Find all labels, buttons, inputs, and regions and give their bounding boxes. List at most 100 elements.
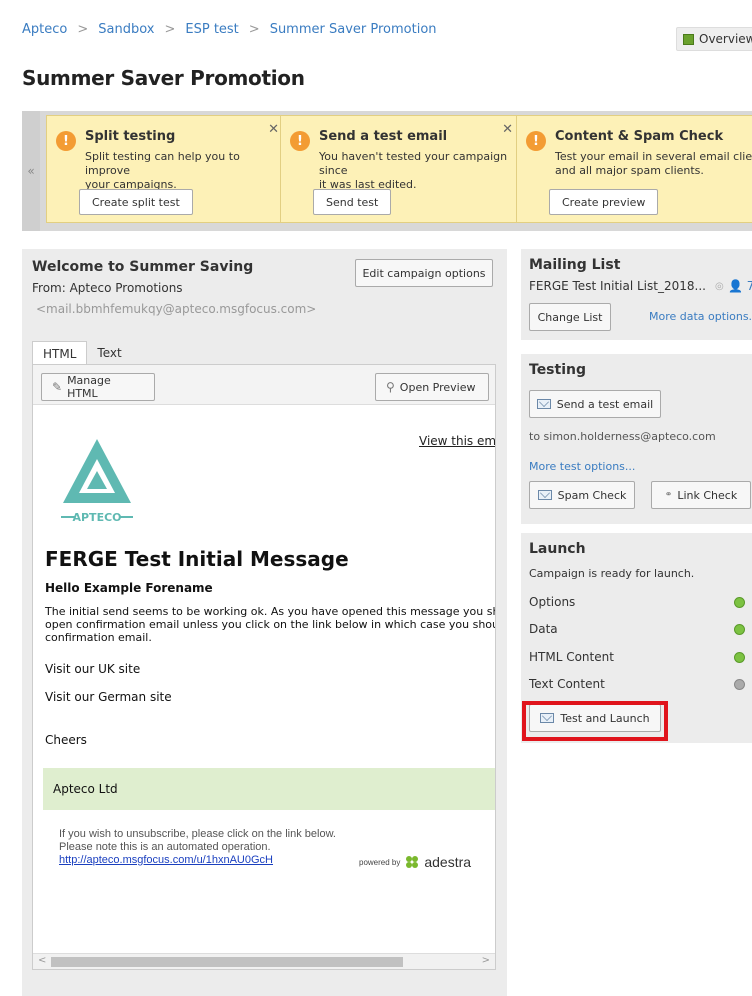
chevron-right-icon: > xyxy=(164,22,176,37)
contacts-count-value: 7 xyxy=(746,279,752,293)
overview-icon xyxy=(683,33,694,45)
tab-html[interactable]: HTML xyxy=(32,341,88,365)
content-tabs: HTML Text xyxy=(32,341,132,365)
launch-title: Launch xyxy=(529,541,586,557)
logo-text: APTECO xyxy=(72,511,121,524)
horizontal-scrollbar[interactable]: < > xyxy=(33,953,495,969)
create-split-test-button[interactable]: Create split test xyxy=(79,189,193,215)
info-icon[interactable]: ◎ xyxy=(715,281,724,292)
check-icon xyxy=(734,652,745,663)
mailing-list-title: Mailing List xyxy=(529,257,621,273)
overview-label: Overview xyxy=(699,32,752,46)
tab-text[interactable]: Text xyxy=(87,341,131,365)
magnifier-icon: ⚲ xyxy=(386,380,395,394)
apteco-logo: APTECO xyxy=(61,439,133,524)
footer-company: Apteco Ltd xyxy=(53,782,118,796)
email-link-de[interactable]: Visit our German site xyxy=(45,690,172,704)
overview-button[interactable]: Overview xyxy=(676,27,752,51)
powered-by-label: powered by xyxy=(359,857,401,867)
email-link-uk[interactable]: Visit our UK site xyxy=(45,662,140,676)
powered-by-adestra: powered by adestra xyxy=(359,854,471,870)
warning-icon: ! xyxy=(56,131,76,151)
notice-content-spam-check: ! Content & Spam Check Test your email i… xyxy=(516,115,752,223)
unsubscribe-link[interactable]: http://apteco.msgfocus.com/u/1hxnAU0GcH xyxy=(59,854,273,866)
breadcrumb-current[interactable]: Summer Saver Promotion xyxy=(270,22,437,37)
link-check-button[interactable]: ⚭ Link Check xyxy=(651,481,751,509)
mailing-list-panel: Mailing List FERGE Test Initial List_201… xyxy=(521,249,752,340)
more-test-options-link[interactable]: More test options... xyxy=(529,460,635,473)
scroll-left-icon[interactable]: < xyxy=(38,955,46,966)
email-signoff: Cheers xyxy=(45,733,87,747)
campaign-title: Welcome to Summer Saving xyxy=(32,259,254,275)
send-test-email-label: Send a test email xyxy=(556,397,654,411)
notice-body: Split testing can help you to improve yo… xyxy=(85,150,240,191)
from-email: <mail.bbmhfemukqy@apteco.msgfocus.com> xyxy=(36,302,317,316)
highlight-box xyxy=(522,701,668,741)
check-icon xyxy=(734,597,745,608)
adestra-logo-text: adestra xyxy=(424,854,472,870)
launch-row-options: Options xyxy=(529,595,745,609)
close-icon[interactable]: ✕ xyxy=(268,122,279,137)
send-test-button[interactable]: Send test xyxy=(313,189,392,215)
create-preview-button[interactable]: Create preview xyxy=(549,189,659,215)
breadcrumb-sandbox[interactable]: Sandbox xyxy=(98,22,154,37)
email-preview: ✎ Manage HTML ⚲ Open Preview View this e… xyxy=(32,364,496,970)
unsubscribe-text: If you wish to unsubscribe, please click… xyxy=(59,828,336,853)
warning-icon: ! xyxy=(290,131,310,151)
chevron-right-icon: > xyxy=(77,22,89,37)
email-greeting: Hello Example Forename xyxy=(45,581,213,595)
scrollbar-thumb[interactable] xyxy=(51,957,403,967)
breadcrumb: Apteco > Sandbox > ESP test > Summer Sav… xyxy=(22,22,437,37)
open-preview-label: Open Preview xyxy=(399,380,476,394)
notice-send-test: ! Send a test email ✕ You haven't tested… xyxy=(280,115,524,223)
contacts-count[interactable]: 👤 7 xyxy=(728,279,752,293)
more-data-options-link[interactable]: More data options... xyxy=(649,310,752,323)
testing-panel: Testing Send a test email to simon.holde… xyxy=(521,354,752,524)
manage-html-label: Manage HTML xyxy=(67,374,111,400)
person-icon: 👤 xyxy=(728,279,743,293)
manage-html-button[interactable]: ✎ Manage HTML xyxy=(41,373,155,401)
adestra-icon xyxy=(406,856,420,868)
check-icon xyxy=(734,624,745,635)
send-test-email-button[interactable]: Send a test email xyxy=(529,390,661,418)
link-check-label: Link Check xyxy=(677,488,738,502)
launch-row-label: Data xyxy=(529,622,558,636)
launch-row-data: Data xyxy=(529,622,745,636)
view-in-browser-link[interactable]: View this emai xyxy=(419,434,495,448)
launch-row-label: Options xyxy=(529,595,576,609)
launch-row-label: HTML Content xyxy=(529,650,614,664)
scroll-right-icon[interactable]: > xyxy=(482,955,490,966)
chevron-right-icon: > xyxy=(248,22,260,37)
launch-status: Campaign is ready for launch. xyxy=(529,567,695,580)
mailing-list-name: FERGE Test Initial List_2018... xyxy=(529,279,706,293)
link-icon: ⚭ xyxy=(664,490,673,500)
notice-title: Content & Spam Check xyxy=(555,129,724,144)
close-icon[interactable]: ✕ xyxy=(502,122,513,137)
test-recipient: to simon.holderness@apteco.com xyxy=(529,430,716,443)
notice-body: You haven't tested your campaign since i… xyxy=(319,150,508,191)
notice-body: Test your email in several email clie an… xyxy=(555,150,752,177)
preview-toolbar: ✎ Manage HTML ⚲ Open Preview xyxy=(33,365,495,405)
warning-icon: ! xyxy=(526,131,546,151)
testing-title: Testing xyxy=(529,362,586,378)
spam-check-icon xyxy=(537,490,552,500)
scroll-left-button[interactable]: « xyxy=(22,111,40,231)
change-list-button[interactable]: Change List xyxy=(529,303,611,331)
email-heading: FERGE Test Initial Message xyxy=(45,547,349,571)
email-footer-band: Apteco Ltd xyxy=(43,768,495,810)
email-paragraph: The initial send seems to be working ok.… xyxy=(45,605,495,644)
from-name: From: Apteco Promotions xyxy=(32,281,183,295)
notice-title: Send a test email xyxy=(319,129,448,144)
notification-strip: « ! Split testing ✕ Split testing can he… xyxy=(22,111,752,231)
question-icon xyxy=(734,679,745,690)
open-preview-button[interactable]: ⚲ Open Preview xyxy=(375,373,489,401)
campaign-panel: Welcome to Summer Saving From: Apteco Pr… xyxy=(22,249,507,996)
launch-row-label: Text Content xyxy=(529,677,605,691)
breadcrumb-esp-test[interactable]: ESP test xyxy=(185,22,238,37)
breadcrumb-apteco[interactable]: Apteco xyxy=(22,22,67,37)
edit-campaign-options-button[interactable]: Edit campaign options xyxy=(355,259,493,287)
envelope-icon xyxy=(536,399,551,409)
spam-check-button[interactable]: Spam Check xyxy=(529,481,635,509)
spam-check-label: Spam Check xyxy=(557,488,627,502)
page-title: Summer Saver Promotion xyxy=(22,66,305,90)
